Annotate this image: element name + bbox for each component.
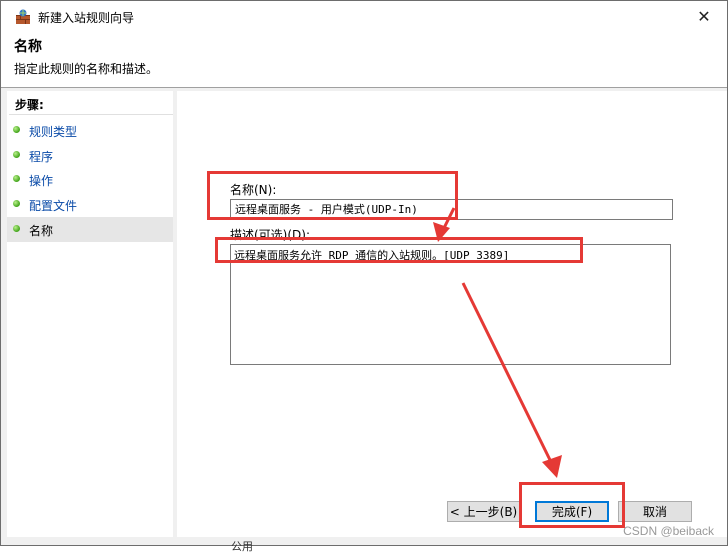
close-button[interactable]: ✕ <box>681 1 727 32</box>
step-dot-icon <box>13 151 20 158</box>
wizard-window: 新建入站规则向导 ✕ 名称 指定此规则的名称和描述。 步骤: 规则类型 程序 操… <box>0 0 728 546</box>
background-window-fragment: 公用 <box>231 540 253 553</box>
step-label: 名称 <box>29 224 54 238</box>
steps-title: 步骤: <box>15 98 44 112</box>
step-program[interactable]: 程序 <box>7 143 173 168</box>
content-panel: 名称(N): 远程桌面服务 - 用户模式(UDP-In) 描述(可选)(D): … <box>177 91 727 537</box>
step-dot-icon <box>13 175 20 182</box>
step-label: 规则类型 <box>29 125 78 139</box>
firewall-icon <box>16 9 30 24</box>
close-icon: ✕ <box>697 7 711 26</box>
title-bar: 新建入站规则向导 ✕ <box>1 1 727 32</box>
wizard-body: 步骤: 规则类型 程序 操作 配置文件 名称 名称(N): 远程桌面服务 - 用… <box>1 88 727 545</box>
annotation-box-name <box>207 171 458 220</box>
cancel-button[interactable]: 取消 <box>618 501 692 522</box>
window-title: 新建入站规则向导 <box>38 11 135 25</box>
step-dot-icon <box>13 126 20 133</box>
page-description: 指定此规则的名称和描述。 <box>14 62 159 76</box>
step-rule-type[interactable]: 规则类型 <box>7 118 173 143</box>
step-dot-icon <box>13 200 20 207</box>
step-label: 操作 <box>29 174 54 188</box>
steps-panel: 步骤: 规则类型 程序 操作 配置文件 名称 <box>7 91 173 537</box>
step-label: 程序 <box>29 150 54 164</box>
step-action[interactable]: 操作 <box>7 167 173 192</box>
step-dot-icon <box>13 225 20 232</box>
steps-divider <box>9 114 173 115</box>
annotation-box-finish <box>519 482 625 528</box>
watermark: CSDN @beiback <box>623 524 714 538</box>
page-header: 名称 指定此规则的名称和描述。 <box>1 32 727 89</box>
step-profile[interactable]: 配置文件 <box>7 192 173 217</box>
step-name[interactable]: 名称 <box>7 217 173 242</box>
back-button[interactable]: < 上一步(B) <box>447 501 520 522</box>
annotation-box-description <box>215 237 583 263</box>
page-title: 名称 <box>14 39 42 55</box>
step-label: 配置文件 <box>29 199 78 213</box>
